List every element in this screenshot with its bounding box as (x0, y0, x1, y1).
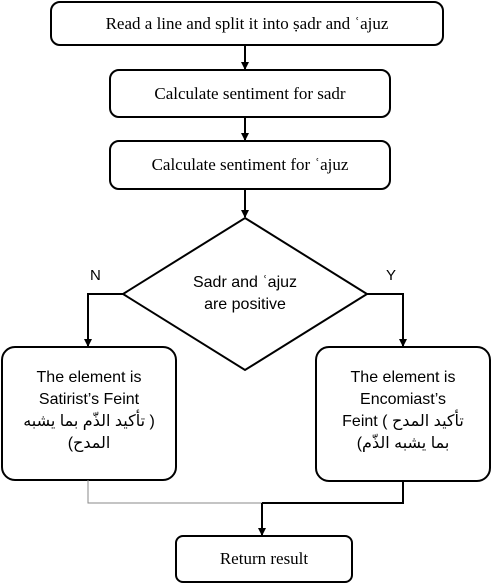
decision-node-label: Sadr and ʿajuz are positive (163, 270, 327, 318)
right-line-3: Feint ( تأكيد المدح (342, 413, 464, 430)
decision-line-1: Sadr and ʿajuz (192, 274, 298, 291)
arrow-decision-no (84, 293, 123, 347)
right-result-label: The element is Encomiast’s Feint ( تأكيد… (316, 355, 490, 467)
left-line-2: Satirist’s Feint (38, 391, 140, 408)
calc-ajuz-node-label: Calculate sentiment for ʿajuz (110, 141, 390, 189)
right-line-1: The element is (350, 369, 456, 386)
calc-sadr-text: Calculate sentiment for sadr (154, 83, 346, 103)
left-line-1: The element is (36, 369, 142, 386)
edge-label-no: N (90, 267, 101, 284)
decision-line-2: are positive (204, 296, 286, 313)
start-node-label: Read a line and split it into ṣadr and ʿ… (51, 2, 443, 45)
line-right-to-merge (262, 481, 404, 504)
calc-ajuz-text: Calculate sentiment for ʿajuz (151, 155, 349, 174)
edge-label-yes: Y (386, 267, 397, 284)
left-result-label: The element is Satirist’s Feint تأكيد ال… (2, 355, 176, 467)
end-node-label: Return result (176, 536, 352, 582)
right-line-2: Encomiast’s (360, 391, 446, 408)
left-line-3: تأكيد الذّم بما يشبه ) (23, 413, 155, 430)
line-left-to-merge (87, 480, 262, 504)
arrow-decision-yes (367, 293, 407, 347)
right-line-4: (بما يشبه الذّم (356, 435, 450, 452)
start-text: Read a line and split it into ṣadr and ʿ… (105, 13, 389, 33)
left-line-4: (المدح (67, 435, 111, 452)
end-text: Return result (219, 549, 309, 568)
calc-sadr-node-label: Calculate sentiment for sadr (110, 70, 390, 117)
flowchart: Read a line and split it into ṣadr and ʿ… (0, 0, 493, 585)
